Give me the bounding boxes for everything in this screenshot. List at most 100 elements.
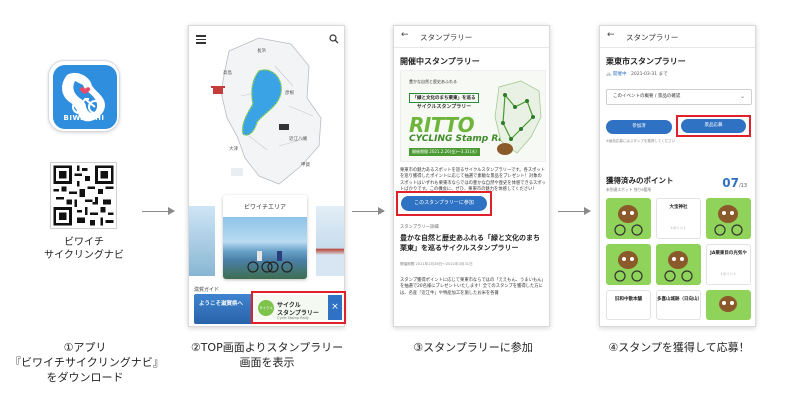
back-arrow-icon[interactable]: ← [607,30,615,40]
hero-small-text: 豊かな自然と歴史あふれる [409,79,457,84]
stamp-cell[interactable]: 多喜山城跡（日向山） [656,290,701,320]
arrow-1 [142,207,175,215]
detail-label: スタンプラリー詳細 [400,225,439,230]
guide-card-text: ようこそ滋賀県へ [199,301,244,307]
stamp-cell[interactable] [706,290,751,320]
join-stamp-rally-button[interactable]: このスタンプラリーに参加 [401,196,487,211]
caption-step3: ③スタンプラリーに参加 [383,340,563,355]
qr-caption: ビワイチ サイクリングナビ [30,236,138,262]
header-title: スタンプラリー [626,33,679,42]
banner-close-button[interactable]: × [328,295,342,320]
area-card-photo [223,217,307,279]
map-label: 甲賀 [301,163,310,168]
qr-caption-line2: サイクリングナビ [44,250,124,261]
map-label: 近江八幡 [289,137,307,142]
detail-title: 豊かな自然と歴史あふれる「緑と文化のまち栗東」を巡るサイクルスタンプラリー [400,234,540,252]
app-icon-label: BIWAICHI [63,114,105,122]
qr-caption-line1: ビワイチ [64,237,104,248]
qr-code-icon [51,163,116,228]
map-label: 大津 [229,147,238,152]
back-arrow-icon[interactable]: ← [401,30,409,40]
stamp-cell[interactable]: JA栗東目の光気や 1ポイント [706,244,751,285]
caption-line: をダウンロード [46,371,124,384]
app-header: ← スタンプラリー [394,26,549,48]
map-label: 彦根 [285,91,294,96]
prize-apply-button[interactable]: 景品応募 [681,119,746,133]
arrow-2 [352,207,385,215]
menu-icon[interactable] [196,35,206,46]
rally-hero-image[interactable]: 豊かな自然と歴史あふれる 「緑と文化のまち栗東」を巡る サイクルスタンプラリー … [400,70,546,162]
detail-body: スタンプ獲得ポイントに応じて栗東市ならではの「ええもん、うまいもん」を抽選で20… [400,278,546,296]
period-end: 2021-03-31 まで [630,72,668,77]
mascot-stamp-icon [719,296,737,312]
search-icon[interactable] [329,34,339,44]
section-title: 開催中スタンプラリー [400,57,480,66]
mascot-stamp-icon [714,205,743,236]
stamp-cell-name: 大宝神社 [669,205,688,210]
cyclists-photo-icon [247,251,293,273]
points-count: 07/13 [722,176,747,190]
stamp-cell[interactable]: 旧和中散本舗 [606,290,651,320]
arrow-3 [558,207,591,215]
points-count-total: /13 [738,183,747,189]
map-view[interactable]: 長浜 彦根 近江八幡 大津 甲賀 高島 [189,26,344,216]
caption-step4: ④スタンプを獲得して応募！ [584,340,774,355]
area-card-title: ビワイチエリア [243,204,286,211]
caption-line: 『ビワイチサイクリングナビ』 [10,356,164,369]
rally-title: 栗東市スタンプラリー [606,57,686,66]
stamp-cell-name: 旧和中散本舗 [615,297,642,302]
caption-line: 画面を表示 [239,356,295,369]
status-badge: 開催中 [613,72,627,77]
header-title: スタンプラリー [420,33,473,42]
stamp-cell[interactable] [656,244,701,285]
banner-badge: サイクル [258,300,274,316]
app-header: ← スタンプラリー [600,26,755,48]
stamp-cell-sub: 1ポイント [720,272,737,276]
qr-code [50,162,117,229]
caption-line: ①アプリ [63,341,107,354]
points-title: 獲得済みのポイント [606,176,674,185]
area-card-next[interactable] [316,206,344,276]
map-label: 高島 [223,71,232,76]
points-subtitle: 未到達スポット 残り6箇所 [606,187,652,192]
phone-stamp-rally-list: ← スタンプラリー 開催中スタンプラリー 豊かな自然と歴史あふれる 「緑と文化の… [393,25,550,327]
apply-highlight: 景品応募 [676,115,751,137]
area-card-prev[interactable] [189,206,215,276]
mascot-stamp-icon [614,251,643,282]
overview-select[interactable]: このイベントの概要 / 景品の確認 ⌄ [606,89,752,105]
guide-section-label: 滋賀ガイド [194,287,220,293]
stamp-cell-sub: 1ポイント [670,226,687,230]
overview-select-label: このイベントの概要 / 景品の確認 [613,94,681,99]
points-count-value: 07 [722,176,739,190]
banner-subtitle: Cycle Stamp Rally [277,316,309,320]
join-highlight: このスタンプラリーに参加 [396,191,492,216]
caption-line: ④スタンプを獲得して応募！ [608,341,750,354]
apply-note: ※景品応募にはスタンプを獲得してください [606,139,676,143]
caption-step1: ①アプリ 『ビワイチサイクリングナビ』 をダウンロード [10,340,164,385]
bicycle-icon: 🚲 [606,72,612,77]
mascot-stamp-icon [614,205,643,236]
stamp-cell[interactable]: 大宝神社 1ポイント [656,198,701,239]
stamp-cell[interactable] [606,198,651,239]
caption-line: ②TOP画面よりスタンプラリー [190,341,344,354]
rally-status: 🚲 開催中 2021-03-31 まで [606,71,668,77]
stamp-cell[interactable] [706,198,751,239]
hero-period: 開催期間 2021.2.26(金)〜3.31(水) [409,148,480,156]
hero-subtitle: サイクルスタンプラリー [416,104,472,110]
caption-line: ③スタンプラリーに参加 [413,341,533,354]
area-card-biwaichi[interactable]: ビワイチエリア [223,195,307,279]
chevron-down-icon: ⌄ [739,93,745,100]
mascot-stamp-icon [664,251,693,282]
app-icon[interactable]: BIWAICHI [48,60,120,132]
detail-meta: 開催期間 2021年2月26日〜2021年3月31日 [400,262,473,266]
caption-step2: ②TOP画面よりスタンプラリー 画面を表示 [172,340,362,370]
phone-top-screen: 長浜 彦根 近江八幡 大津 甲賀 高島 ビワイチエリア 滋賀ガイド ようこそ滋賀… [188,25,345,327]
joined-button[interactable]: 参加済 [606,120,672,134]
rally-description: 栗東市の魅力あるスポットを巡るサイクルスタンプラリーです。各スポットを巡り獲得し… [400,168,546,193]
cycle-stamp-rally-banner[interactable]: サイクル サイクル スタンプラリー Cycle Stamp Rally × [251,291,346,324]
stamp-cell[interactable] [606,244,651,285]
shiga-map [211,37,322,185]
map-label: 長浜 [257,49,266,54]
phone-stamp-rally-detail: ← スタンプラリー 栗東市スタンプラリー 🚲 開催中 2021-03-31 まで… [599,25,756,327]
stamp-cell-name: JA栗東目の光気や [710,251,747,256]
